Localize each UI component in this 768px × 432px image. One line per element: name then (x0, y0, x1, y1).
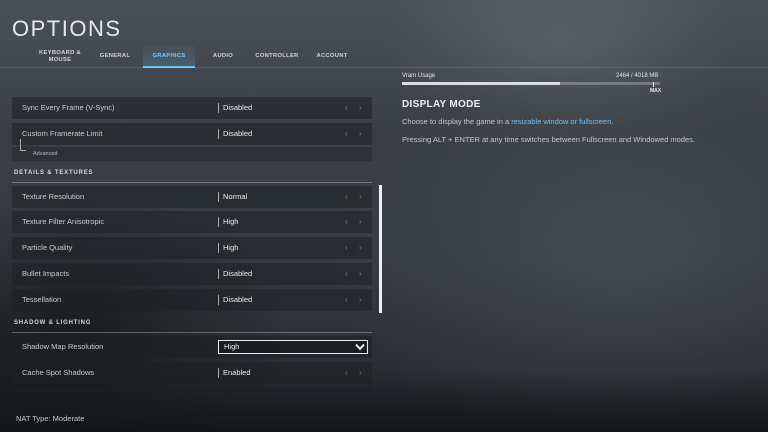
value-separator (218, 129, 219, 139)
setting-value: High (223, 217, 239, 226)
setting-row-tessellation[interactable]: Tessellation Disabled ‹ › (12, 289, 372, 311)
setting-value: Disabled (223, 295, 253, 304)
setting-value: Disabled (223, 103, 253, 112)
arrow-left-icon[interactable]: ‹ (345, 97, 348, 119)
setting-label: Particle Quality (22, 243, 73, 252)
section-divider (12, 182, 372, 183)
arrow-left-icon[interactable]: ‹ (345, 289, 348, 311)
dropdown-value: High (224, 342, 240, 351)
arrow-left-icon[interactable]: ‹ (345, 362, 348, 384)
value-separator (218, 217, 219, 227)
info-description-suffix: . (611, 117, 614, 126)
setting-row-cache-spot-shadows[interactable]: Cache Spot Shadows Enabled ‹ › (12, 362, 372, 384)
setting-value: Disabled (223, 129, 253, 138)
tab-general[interactable]: GENERAL (96, 46, 134, 67)
info-title: DISPLAY MODE (402, 99, 481, 110)
arrow-left-icon[interactable]: ‹ (345, 123, 348, 145)
value-separator (218, 368, 219, 378)
setting-label: Cache Spot Shadows (22, 368, 95, 377)
setting-label: Bullet Impacts (22, 269, 70, 278)
vram-max-label: MAX (650, 88, 662, 94)
setting-row-next[interactable] (12, 388, 372, 392)
arrow-right-icon[interactable]: › (359, 123, 362, 145)
setting-label: Tessellation (22, 295, 62, 304)
value-separator (218, 192, 219, 202)
value-separator (218, 103, 219, 113)
arrow-right-icon[interactable]: › (359, 237, 362, 259)
setting-row-texture-filter[interactable]: Texture Filter Anisotropic High ‹ › (12, 211, 372, 233)
setting-row-shadow-map[interactable]: Shadow Map Resolution High (12, 336, 372, 358)
setting-row-bullet-impacts[interactable]: Bullet Impacts Disabled ‹ › (12, 263, 372, 285)
arrow-right-icon[interactable]: › (359, 186, 362, 208)
section-header-shadow: SHADOW & LIGHTING (12, 320, 374, 333)
sub-row-advanced[interactable]: Advanced (12, 139, 372, 161)
info-description-prefix: Choose to display the game in a (402, 117, 512, 126)
tab-controller[interactable]: CONTROLLER (252, 46, 302, 67)
tab-account[interactable]: ACCOUNT (312, 46, 352, 67)
arrow-left-icon[interactable]: ‹ (345, 211, 348, 233)
value-separator (218, 295, 219, 305)
info-description-link[interactable]: resizable window or fullscreen (511, 117, 611, 126)
arrow-right-icon[interactable]: › (359, 362, 362, 384)
section-header-details: DETAILS & TEXTURES (12, 170, 374, 183)
tab-graphics[interactable]: GRAPHICS (143, 46, 195, 67)
tree-branch-icon (20, 139, 26, 151)
section-title: DETAILS & TEXTURES (14, 170, 94, 176)
setting-value: High (223, 243, 239, 252)
shadow-map-dropdown[interactable]: High (218, 340, 368, 354)
setting-label: Texture Filter Anisotropic (22, 217, 105, 226)
tab-keyboard-mouse[interactable]: KEYBOARD & MOUSE (36, 46, 84, 67)
settings-scrollbar[interactable] (379, 185, 382, 313)
settings-panel: Sync Every Frame (V-Sync) Disabled ‹ › C… (12, 94, 384, 392)
vram-usage-fill (402, 82, 561, 85)
arrow-right-icon[interactable]: › (359, 263, 362, 285)
tab-audio[interactable]: AUDIO (205, 46, 241, 67)
arrow-left-icon[interactable]: ‹ (345, 186, 348, 208)
setting-row-framerate-limit[interactable]: Custom Framerate Limit Disabled ‹ › (12, 123, 372, 145)
setting-label: Shadow Map Resolution (22, 342, 104, 351)
arrow-right-icon[interactable]: › (359, 211, 362, 233)
vram-usage-value: 2464 / 4018 MB (616, 73, 659, 79)
vram-usage-label: Vram Usage (402, 73, 436, 79)
value-separator (218, 269, 219, 279)
arrow-left-icon[interactable]: ‹ (345, 263, 348, 285)
chevron-down-icon (355, 343, 365, 351)
setting-row-texture-resolution[interactable]: Texture Resolution Normal ‹ › (12, 186, 372, 208)
info-description: Choose to display the game in a resizabl… (402, 117, 613, 126)
setting-value: Normal (223, 192, 248, 201)
section-title: SHADOW & LIGHTING (14, 320, 92, 326)
vram-usage-bar (402, 82, 660, 85)
header-divider (0, 67, 768, 68)
value-separator (218, 243, 219, 253)
page-title: OPTIONS (12, 16, 122, 41)
arrow-right-icon[interactable]: › (359, 289, 362, 311)
section-divider (12, 332, 372, 333)
setting-row-vsync[interactable]: Sync Every Frame (V-Sync) Disabled ‹ › (12, 97, 372, 119)
setting-row-particle-quality[interactable]: Particle Quality High ‹ › (12, 237, 372, 259)
nat-type-status: NAT Type: Moderate (16, 414, 85, 423)
info-hint: Pressing ALT + ENTER at any time switche… (402, 135, 695, 144)
setting-label: Texture Resolution (22, 192, 85, 201)
vram-max-marker (653, 82, 654, 87)
arrow-right-icon[interactable]: › (359, 97, 362, 119)
sub-label-advanced: Advanced (33, 151, 58, 157)
setting-label: Sync Every Frame (V-Sync) (22, 103, 115, 112)
setting-value: Enabled (223, 368, 251, 377)
setting-label: Custom Framerate Limit (22, 129, 103, 138)
tab-bar: KEYBOARD & MOUSE GENERAL GRAPHICS AUDIO … (0, 46, 768, 68)
arrow-left-icon[interactable]: ‹ (345, 237, 348, 259)
setting-value: Disabled (223, 269, 253, 278)
